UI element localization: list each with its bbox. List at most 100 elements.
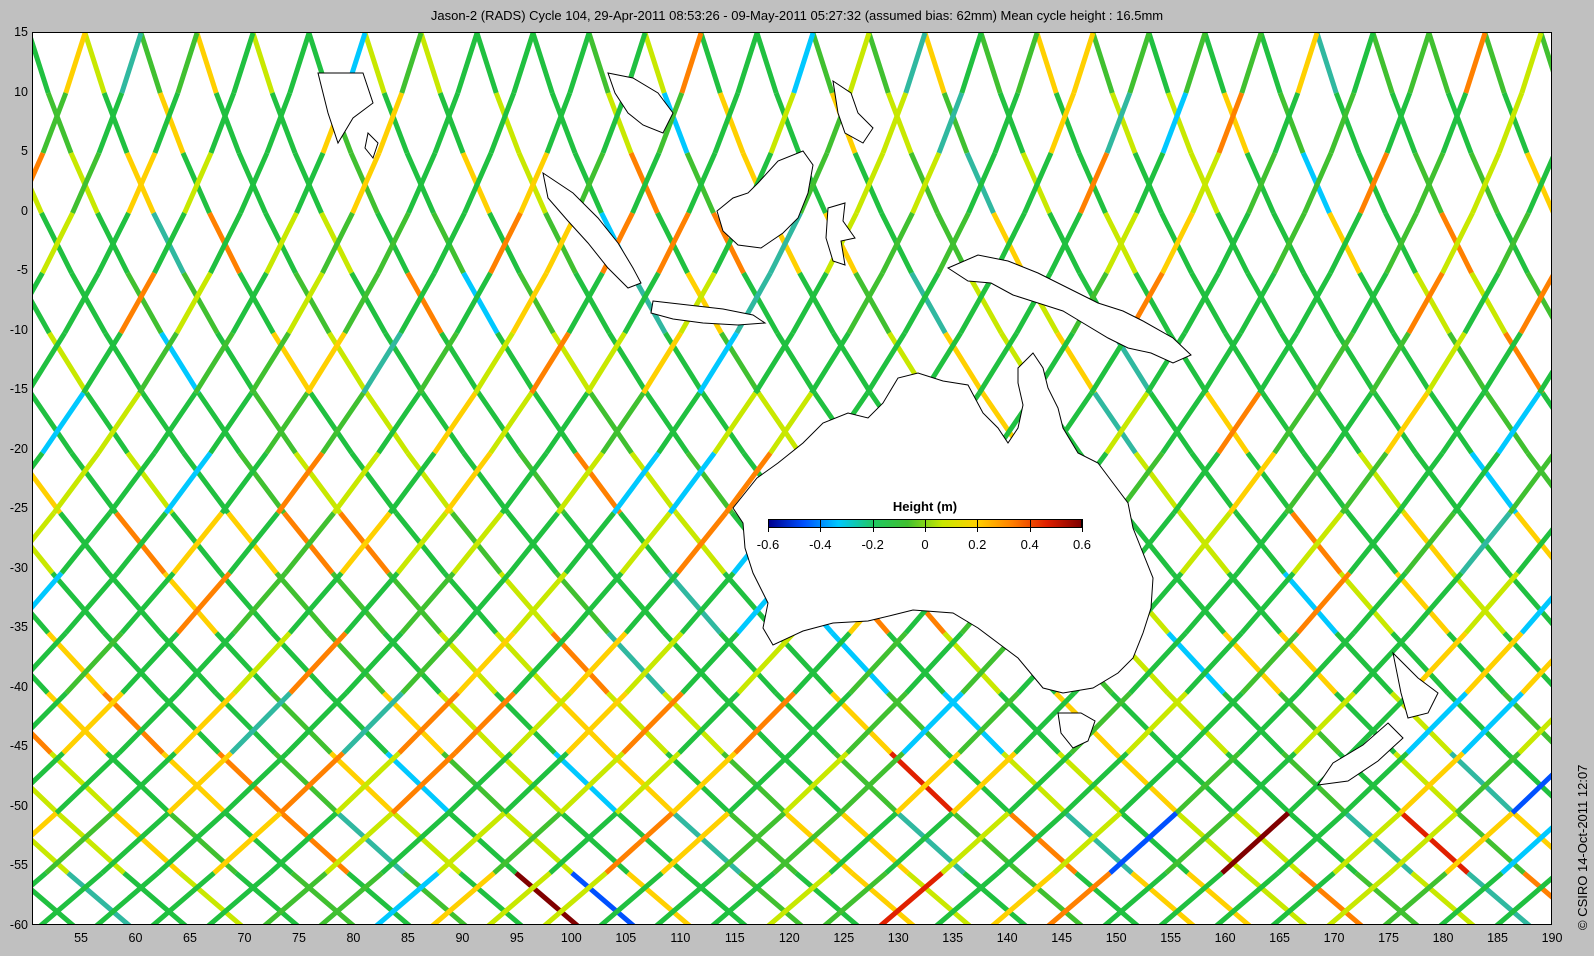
- track-segment: [461, 271, 500, 335]
- track-segment: [1295, 33, 1320, 94]
- track-segment: [614, 751, 681, 815]
- track-segment: [474, 33, 499, 94]
- track-segment: [1182, 271, 1221, 335]
- track-segment: [50, 571, 107, 635]
- track-segment: [1507, 453, 1551, 515]
- track-segment: [268, 811, 339, 875]
- track-segment: [1108, 811, 1179, 875]
- lat-tick-label: -15: [9, 382, 28, 397]
- track-segment: [390, 751, 457, 815]
- altimetry-track-map: [33, 33, 1551, 924]
- track-segment: [81, 331, 123, 395]
- track-segment: [218, 571, 275, 635]
- track-segment: [1389, 92, 1418, 154]
- track-segment: [1104, 92, 1133, 154]
- track-segment: [473, 331, 515, 395]
- track-segment: [174, 271, 213, 335]
- track-segment: [1503, 331, 1545, 395]
- track-segment: [397, 691, 461, 755]
- track-segment: [1391, 331, 1433, 395]
- track-segment: [789, 691, 853, 755]
- track-segment: [162, 571, 219, 635]
- track-segment: [1449, 751, 1516, 815]
- track-segment: [517, 271, 556, 335]
- track-segment: [726, 751, 793, 815]
- track-segment: [208, 92, 237, 154]
- track-segment: [772, 811, 843, 875]
- track-segment: [621, 691, 685, 755]
- track-segment: [166, 751, 233, 815]
- track-segment: [264, 92, 293, 154]
- track-segment: [936, 92, 965, 154]
- lat-tick-label: 15: [14, 25, 28, 39]
- colorbar-tick: [1029, 519, 1031, 532]
- track-segment: [492, 811, 563, 875]
- track-segment: [1272, 92, 1301, 154]
- track-segment: [831, 331, 873, 395]
- track-segment: [1225, 751, 1292, 815]
- track-segment: [1462, 271, 1501, 335]
- track-segment: [554, 571, 611, 635]
- track-segment: [1165, 92, 1194, 154]
- track-segment: [250, 33, 275, 94]
- track-segment: [721, 751, 788, 815]
- map-title: Jason-2 (RADS) Cycle 104, 29-Apr-2011 08…: [430, 8, 1164, 23]
- track-segment: [1447, 331, 1489, 395]
- track-segment: [96, 92, 125, 154]
- lon-tick-label: 155: [1160, 931, 1182, 945]
- track-segment: [103, 331, 145, 395]
- lon-tick-label: 150: [1105, 931, 1127, 945]
- track-segment: [152, 92, 181, 154]
- colorbar-legend: Height (m) -0.6 -0.4 -0.2 0 0.2 0.4 0.6: [757, 493, 1091, 558]
- track-segment: [47, 331, 89, 395]
- track-segment: [380, 811, 451, 875]
- lat-tick-label: 10: [14, 84, 28, 99]
- track-segment: [530, 33, 555, 94]
- lon-tick-label: 110: [670, 931, 691, 945]
- lat-tick-label: -50: [9, 798, 28, 813]
- colorbar-tick-label: 0.4: [1020, 537, 1039, 552]
- track-segment: [586, 33, 611, 94]
- colorbar-tick: [872, 519, 874, 532]
- track-segment: [940, 811, 1011, 875]
- track-segment: [285, 691, 349, 755]
- track-segment: [1425, 331, 1467, 395]
- track-segment: [853, 271, 892, 335]
- track-segment: [885, 92, 914, 154]
- track-segment: [678, 271, 717, 335]
- lat-tick-label: -5: [16, 263, 28, 278]
- track-segment: [287, 33, 312, 94]
- track-segment: [1540, 391, 1551, 410]
- track-segment: [1351, 33, 1376, 94]
- track-segment: [549, 92, 578, 154]
- track-segment: [1440, 92, 1469, 154]
- track-segment: [810, 33, 835, 94]
- track-segment: [231, 571, 288, 635]
- track-segment: [1146, 33, 1171, 94]
- track-segment: [455, 571, 512, 635]
- track-segment: [63, 33, 88, 94]
- legend-title: Height (m): [892, 499, 958, 514]
- track-segment: [69, 271, 108, 335]
- track-segment: [497, 751, 564, 815]
- track-segment: [1461, 691, 1525, 755]
- track-segment: [1170, 571, 1227, 635]
- track-segment: [249, 331, 291, 395]
- track-segment: [1338, 571, 1395, 635]
- track-segment: [271, 331, 313, 395]
- track-segment: [341, 691, 405, 755]
- track-segment: [1496, 92, 1525, 154]
- track-segment: [1189, 271, 1228, 335]
- track-segment: [1537, 369, 1551, 395]
- track-segment: [544, 92, 573, 154]
- track-segment: [1174, 751, 1241, 815]
- lat-tick-label: 5: [21, 144, 28, 159]
- track-segment: [1482, 33, 1507, 94]
- track-segment: [269, 92, 298, 154]
- track-segment: [1314, 33, 1339, 94]
- lon-tick-label: 190: [1541, 931, 1563, 945]
- track-segment: [1055, 331, 1097, 395]
- lat-tick-label: -30: [9, 560, 28, 575]
- track-segment: [1450, 571, 1507, 635]
- track-segment: [1294, 271, 1333, 335]
